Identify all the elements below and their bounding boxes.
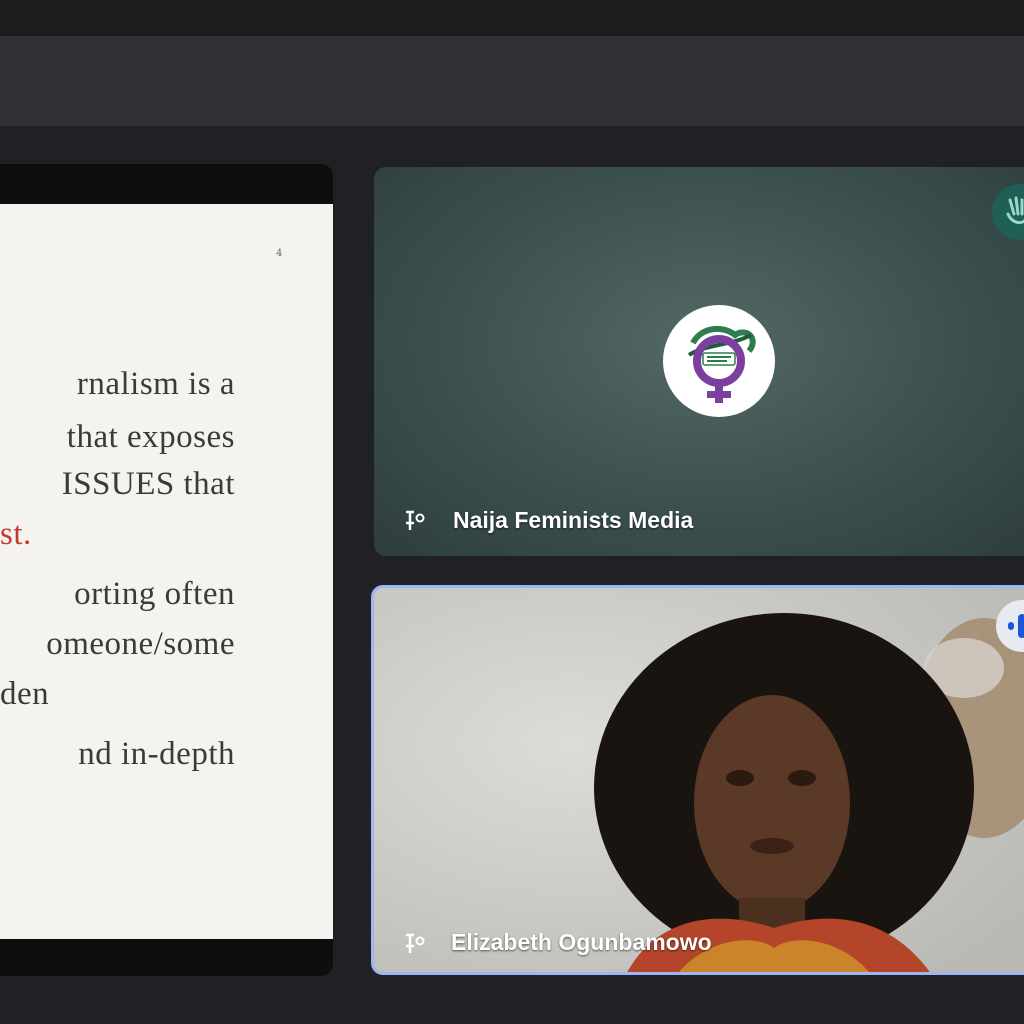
meeting-header-band <box>0 36 1024 126</box>
participant-tile-elizabeth-ogunbamowo[interactable]: Elizabeth Ogunbamowo <box>371 585 1024 975</box>
top-bar <box>0 0 1024 36</box>
naija-feminists-logo <box>663 305 775 417</box>
participant-name: Naija Feminists Media <box>453 507 694 533</box>
slide-text-line: rnalism is a <box>76 366 235 402</box>
speaking-indicator-icon <box>996 600 1024 652</box>
slide-page-number: 4 <box>276 248 283 259</box>
slide-text-line: that exposes <box>66 419 235 455</box>
slide-text-line: den <box>0 676 50 712</box>
hand-raise-icon <box>992 184 1024 240</box>
slide-text-line: omeone/some <box>46 626 235 662</box>
participant-video <box>374 588 1024 972</box>
shared-slide: 4 rnalism is a that exposes ISSUES that … <box>0 204 333 939</box>
slide-text-line: nd in-depth <box>78 736 235 772</box>
pin-icon[interactable] <box>400 507 426 533</box>
participant-tile-naija-feminists-media[interactable]: Naija Feminists Media <box>374 167 1024 556</box>
pin-icon[interactable] <box>400 930 426 956</box>
participant-name: Elizabeth Ogunbamowo <box>451 929 712 955</box>
slide-text-line: orting often <box>74 576 235 612</box>
slide-text-line: ISSUES that <box>61 466 235 502</box>
slide-text-line-highlight: st. <box>0 516 32 552</box>
presentation-panel[interactable]: 4 rnalism is a that exposes ISSUES that … <box>0 164 333 976</box>
bottom-bar <box>0 990 1024 1024</box>
